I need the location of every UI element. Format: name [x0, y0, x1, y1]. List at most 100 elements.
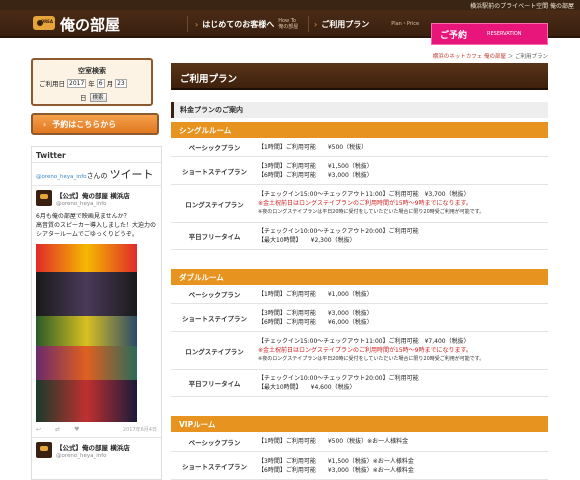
tweet-line: 高音質のスピーカー導入しました！大迫力の: [36, 222, 157, 229]
plan-price-line: 【1時間】ご利用可能 ¥1,000（税抜）: [258, 290, 373, 298]
plan-name: ベーシックプラン: [188, 144, 241, 152]
like-icon[interactable]: ♥: [74, 426, 79, 433]
plan-name: 平日フリータイム: [188, 233, 241, 241]
site-tagline: 横浜駅前のプライベート空間 俺の部屋: [470, 3, 574, 10]
twitter-suffix: さんの: [86, 172, 108, 180]
plan-name: ベーシックプラン: [188, 438, 241, 447]
tweets-label: ツイート: [109, 168, 154, 181]
month-select[interactable]: 6: [96, 78, 105, 88]
booking-label: 予約はこちらから: [52, 119, 117, 129]
chevron-right-icon: ›: [43, 119, 47, 129]
page-title: ご利用プラン: [171, 63, 548, 90]
nav-sub-jp: 俺の部屋: [278, 24, 299, 30]
tweet-actions: ↩ ⇄ ♥ 2017年6月4日: [36, 426, 157, 433]
reply-icon[interactable]: ↩: [36, 426, 41, 433]
nav-label: ご利用プラン: [321, 19, 370, 29]
nav-item-plans[interactable]: › ご利用プラン Plan・Price: [314, 14, 419, 34]
search-button[interactable]: 検索: [89, 92, 107, 102]
plan-footnote: ※夜のロングステイプランは平日20時に受付をしていただいた場合に限り20時受ご利…: [258, 356, 485, 362]
avatar[interactable]: [36, 442, 52, 458]
top-bar: 横浜駅前のプライベート空間 俺の部屋: [0, 0, 580, 10]
nav-divider: [308, 16, 309, 32]
key-logo-icon: OREA: [33, 16, 55, 30]
reservation-button[interactable]: ご予約 RESERVATION: [431, 23, 548, 45]
plan-details: 【チェックイン10:00〜チェックアウト20:00】ご利用可能 【最大10時間】 …: [258, 374, 548, 392]
plan-row: 平日フリータイム 【チェックイン10:00〜チェックアウト20:00】ご利用可能【…: [171, 370, 548, 397]
plan-price-line: 【6時間】ご利用可能 ¥3,000（税抜）: [258, 171, 373, 179]
avatar[interactable]: [36, 190, 52, 206]
breadcrumb-separator: ＞: [507, 54, 514, 60]
plan-price-line: 【1時間】ご利用可能 ¥500（税抜）※お一人様料金: [258, 438, 409, 445]
site-logo[interactable]: OREA 俺の部屋: [33, 14, 163, 34]
room-heading: VIPルーム: [171, 416, 548, 432]
breadcrumb: 横浜のネットカフェ 俺の部屋 ＞ ご利用プラン: [433, 52, 548, 60]
plan-price-line: 【チェックイン10:00〜チェックアウト20:00】ご利用可能: [258, 228, 419, 235]
plan-row: ベーシックプラン 【1時間】ご利用可能 ¥500（税抜）※お一人様料金: [171, 432, 548, 452]
plan-price-line: 【1時間】ご利用可能 ¥500（税抜）: [258, 143, 368, 151]
room-heading: ダブルルーム: [171, 269, 548, 285]
plan-details: 【3時間】ご利用可能 ¥1,500（税抜） 【6時間】ご利用可能 ¥3,000（税…: [258, 162, 548, 180]
booking-button[interactable]: › 予約はこちらから: [31, 113, 159, 135]
plan-row: ショートステイプラン 【3時間】ご利用可能 ¥1,500（税抜） 【6時間】ご利用可…: [171, 157, 548, 185]
plan-row: ロングステイプラン 【チェックイン15:00〜チェックアウト11:00】ご利用可能…: [171, 185, 548, 223]
nav-sub: How To 俺の部屋: [278, 18, 298, 30]
tweet-line: 6月も俺の部屋で映画見ませんか？: [36, 213, 130, 220]
reservation-label: ご予約: [440, 30, 468, 41]
plan-name: ショートステイプラン: [182, 314, 247, 323]
day-unit: 日: [80, 94, 87, 102]
plan-details: 【1時間】ご利用可能 ¥500（税抜）: [258, 143, 548, 152]
room-heading: シングルルーム: [171, 122, 548, 138]
tweet-author-id: @oreno_heya_info: [56, 201, 107, 207]
chevron-right-icon: ›: [314, 19, 318, 29]
nav-divider: [187, 16, 188, 32]
plan-price-line: 【チェックイン10:00〜チェックアウト20:00】ご利用可能: [258, 375, 419, 382]
reservation-sub: RESERVATION: [487, 31, 522, 37]
plan-row: ベーシックプラン 【1時間】ご利用可能 ¥500（税抜）: [171, 138, 548, 157]
plan-name: 平日フリータイム: [188, 380, 241, 388]
plan-details: 【3時間】ご利用可能 ¥3,000（税抜） 【6時間】ご利用可能 ¥6,000（税…: [258, 309, 548, 327]
tweet[interactable]: 【公式】俺の部屋 横浜店 @oreno_heya_info 6月も俺の部屋で映画…: [32, 186, 161, 437]
breadcrumb-home-link[interactable]: 横浜のネットカフェ 俺の部屋: [433, 54, 506, 60]
nav-item-first-visit[interactable]: › はじめてのお客様へ How To 俺の部屋: [195, 14, 298, 34]
plan-name: ショートステイプラン: [182, 462, 247, 471]
tweet-date[interactable]: 2017年6月4日: [123, 426, 157, 433]
plan-name: ロングステイプラン: [185, 347, 244, 356]
plan-price-line: 【6時間】ご利用可能 ¥3,000（税抜）※お一人様料金: [258, 466, 414, 474]
tweet-image[interactable]: [36, 244, 137, 422]
twitter-subheader: @oreno_heya_info さんの ツイート: [32, 163, 161, 186]
day-select[interactable]: 23: [115, 78, 127, 88]
nav-sub: Plan・Price: [391, 21, 420, 27]
twitter-handle-link[interactable]: @oreno_heya_info: [36, 174, 87, 180]
plan-name: ベーシックプラン: [188, 291, 241, 299]
tweet-text: 6月も俺の部屋で映画見ませんか？ 高音質のスピーカー導入しました！大迫力の シア…: [36, 212, 157, 239]
year-select[interactable]: 2017: [67, 78, 87, 88]
breadcrumb-current: ご利用プラン: [514, 54, 548, 60]
twitter-heading: Twitter: [32, 147, 161, 163]
month-unit: 月: [106, 80, 114, 88]
plan-row: 平日フリータイム 【チェックイン10:00〜チェックアウト20:00】ご利用可能【…: [171, 223, 548, 250]
plan-row: ロングステイプラン 【チェックイン15:00〜チェックアウト11:00】ご利用可能…: [171, 332, 548, 370]
tweet-author-id: @oreno_heya_info: [56, 453, 107, 459]
logo-badge: OREA: [40, 19, 53, 24]
tweet-author: 【公式】俺の部屋 横浜店 @oreno_heya_info: [36, 190, 157, 207]
tweet-line: シアタールームでごゆっくりどうぞ。: [36, 231, 138, 238]
tweet[interactable]: 【公式】俺の部屋 横浜店 @oreno_heya_info: [32, 437, 161, 463]
tweet-author: 【公式】俺の部屋 横浜店 @oreno_heya_info: [36, 442, 157, 459]
plan-details: 【チェックイン15:00〜チェックアウト11:00】ご利用可能 ¥7,400（税…: [258, 337, 548, 364]
tweet-author-name[interactable]: 【公式】俺の部屋 横浜店: [56, 442, 130, 452]
tweet-author-name[interactable]: 【公式】俺の部屋 横浜店: [56, 190, 130, 200]
plan-price-line: 【チェックイン15:00〜チェックアウト11:00】ご利用可能 ¥3,700（税…: [258, 191, 470, 198]
search-row: 日 検索: [80, 92, 107, 102]
plan-price-line: 【最大10時間】 ¥2,300（税抜）: [258, 237, 356, 244]
plan-details: 【1時間】ご利用可能 ¥500（税抜）※お一人様料金: [258, 437, 548, 446]
plan-price-line: 【3時間】ご利用可能 ¥1,500（税抜）※お一人様料金: [258, 457, 414, 465]
plan-details: 【1時間】ご利用可能 ¥1,000（税抜）: [258, 290, 548, 299]
search-title: 空室検索: [78, 67, 106, 75]
plan-row: ベーシックプラン 【1時間】ご利用可能 ¥1,000（税抜）: [171, 285, 548, 304]
plan-row: ショートステイプラン 【3時間】ご利用可能 ¥1,500（税抜）※お一人様料金 【6…: [171, 452, 548, 480]
retweet-icon[interactable]: ⇄: [55, 426, 60, 433]
plan-name: ショートステイプラン: [182, 167, 247, 176]
plan-details: 【チェックイン10:00〜チェックアウト20:00】ご利用可能 【最大10時間】 …: [258, 227, 548, 245]
plan-footnote: ※夜のロングステイプランは平日20時に受付をしていただいた場合に限り20時受ご利…: [258, 209, 485, 215]
plan-price-line: 【最大10時間】 ¥4,600（税抜）: [258, 384, 356, 391]
